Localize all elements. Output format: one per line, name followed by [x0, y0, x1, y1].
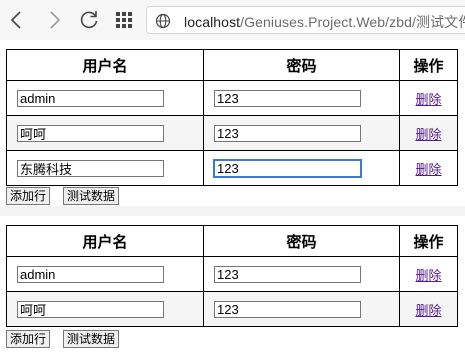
reload-icon[interactable] [77, 8, 101, 32]
test-data-button-2[interactable]: 测试数据 [63, 330, 120, 348]
username-input[interactable] [17, 265, 164, 283]
table-row: 删除 [6, 80, 458, 116]
column-header-password: 密码 [203, 225, 400, 257]
apps-grid-icon[interactable] [112, 8, 136, 32]
address-bar[interactable]: localhost/Geniuses.Project.Web/zbd/测试文件 [146, 6, 465, 34]
add-row-button-2[interactable]: 添加行 [6, 330, 51, 348]
table-row: 删除 [6, 115, 458, 151]
user-table-2: 用户名 密码 操作 删除 删除 [6, 225, 458, 327]
delete-link[interactable]: 删除 [400, 89, 457, 108]
url-host: localhost [184, 14, 241, 30]
table-header-row: 用户名 密码 操作 [6, 225, 458, 257]
section-divider [0, 206, 465, 216]
username-input[interactable] [17, 300, 164, 318]
delete-link[interactable]: 删除 [400, 265, 457, 284]
username-input[interactable] [17, 159, 164, 177]
column-header-username: 用户名 [6, 49, 204, 81]
delete-link[interactable]: 删除 [400, 300, 457, 319]
url-text: localhost/Geniuses.Project.Web/zbd/测试文件 [184, 12, 465, 32]
table-row: 删除 [6, 150, 458, 186]
add-row-button-1[interactable]: 添加行 [6, 187, 51, 205]
user-table-1: 用户名 密码 操作 删除 删除 删除 [6, 49, 458, 186]
column-header-password: 密码 [203, 49, 400, 81]
password-input[interactable] [214, 265, 361, 283]
password-input-focused[interactable] [213, 158, 362, 178]
table-row: 删除 [6, 256, 458, 292]
column-header-action: 操作 [399, 225, 458, 257]
url-path: /Geniuses.Project.Web/zbd/测试文件 [240, 14, 465, 30]
test-data-button-1[interactable]: 测试数据 [63, 187, 120, 205]
globe-icon [155, 13, 171, 29]
column-header-username: 用户名 [6, 225, 204, 257]
password-input[interactable] [214, 300, 361, 318]
table-header-row: 用户名 密码 操作 [6, 49, 458, 81]
username-input[interactable] [17, 89, 164, 107]
browser-toolbar: localhost/Geniuses.Project.Web/zbd/测试文件 [0, 0, 465, 40]
table-row: 删除 [6, 291, 458, 327]
forward-icon[interactable] [42, 8, 66, 32]
delete-link[interactable]: 删除 [400, 159, 457, 178]
password-input[interactable] [214, 89, 361, 107]
back-icon[interactable] [5, 8, 29, 32]
password-input[interactable] [214, 124, 361, 142]
username-input[interactable] [17, 124, 164, 142]
page-content: 用户名 密码 操作 删除 删除 删除 添加行 测试数据 用户名 密码 操作 [0, 40, 465, 360]
delete-link[interactable]: 删除 [400, 124, 457, 143]
column-header-action: 操作 [399, 49, 458, 81]
